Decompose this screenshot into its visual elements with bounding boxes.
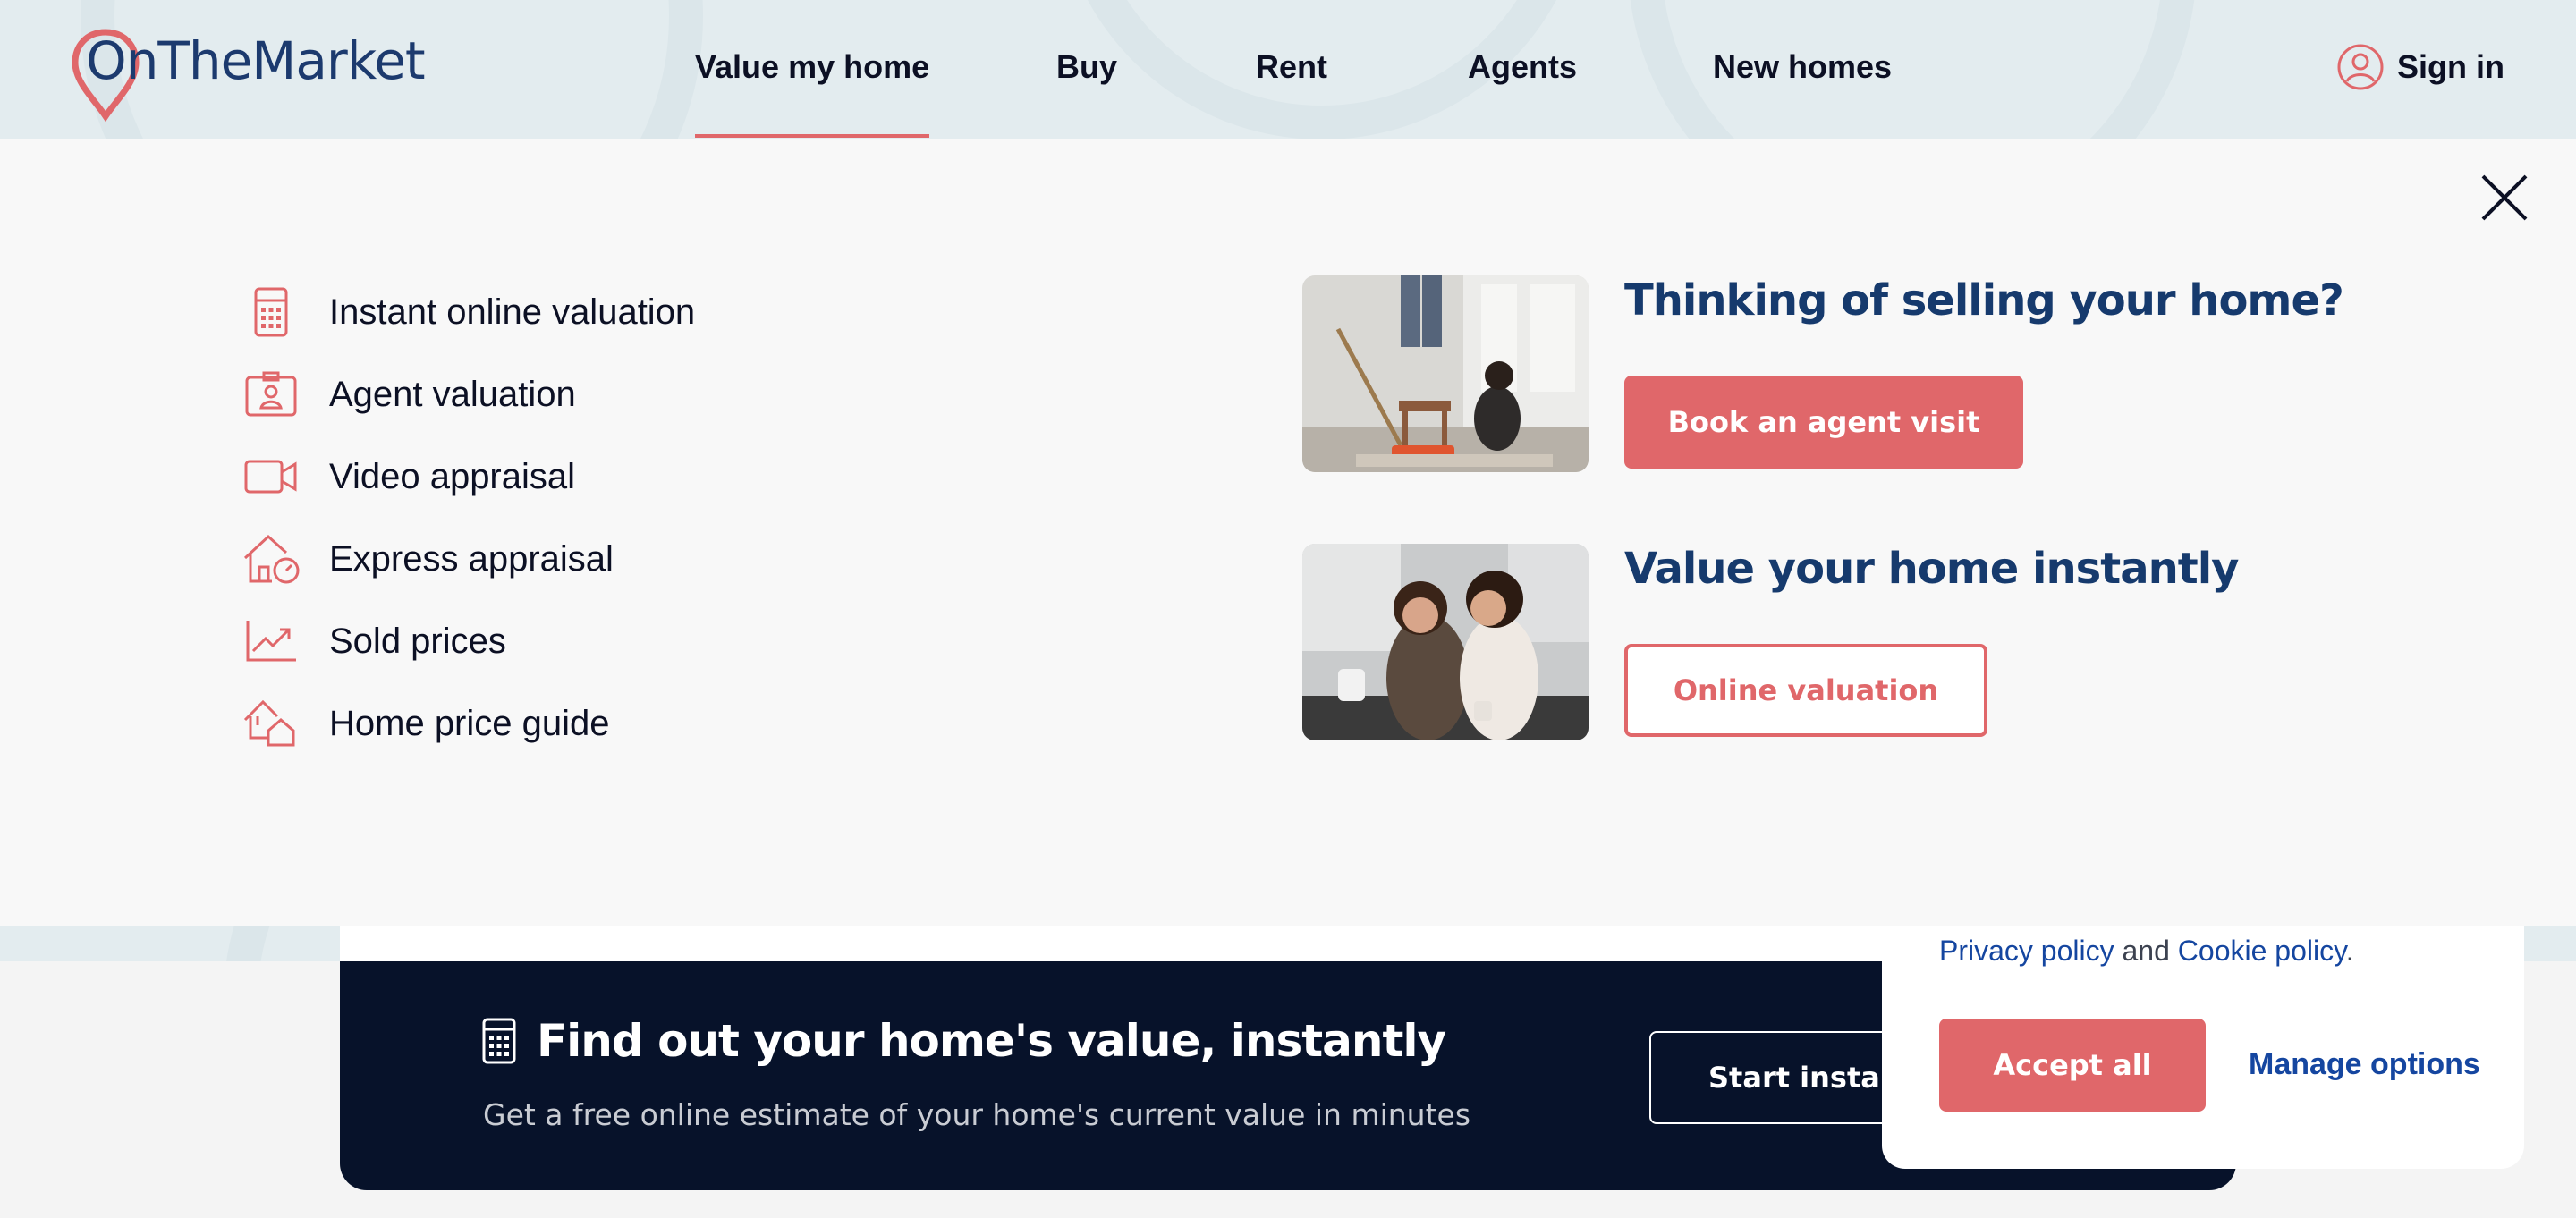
cookie-consent-panel: Privacy policy and Cookie policy. Accept… xyxy=(1882,926,2524,1169)
menu-item-express-appraisal[interactable]: Express appraisal xyxy=(242,518,695,600)
book-agent-visit-button[interactable]: Book an agent visit xyxy=(1624,376,2023,469)
menu-item-label: Sold prices xyxy=(329,621,506,661)
user-circle-icon xyxy=(2337,44,2384,90)
site-header: OnTheMarket Value my home Buy Rent Agent… xyxy=(0,0,2576,139)
houses-icon xyxy=(242,694,301,753)
banner-top-strip xyxy=(340,926,1986,961)
house-clock-icon xyxy=(242,529,301,588)
menu-item-label: Agent valuation xyxy=(329,374,576,414)
banner-subtitle: Get a free online estimate of your home'… xyxy=(483,1097,1471,1132)
nav-new-homes[interactable]: New homes xyxy=(1713,48,1892,86)
menu-item-sold-prices[interactable]: Sold prices xyxy=(242,600,695,682)
id-badge-icon xyxy=(242,365,301,424)
privacy-policy-link[interactable]: Privacy policy xyxy=(1939,935,2114,967)
menu-item-label: Video appraisal xyxy=(329,456,576,496)
promo-selling: Thinking of selling your home? Book an a… xyxy=(1302,275,2465,472)
value-my-home-dropdown: Instant online valuation Agent valuation… xyxy=(0,139,2576,926)
menu-item-home-price-guide[interactable]: Home price guide xyxy=(242,682,695,765)
manage-options-link[interactable]: Manage options xyxy=(2249,1047,2480,1082)
calculator-icon xyxy=(242,283,301,342)
menu-item-label: Express appraisal xyxy=(329,538,614,579)
value-menu-list: Instant online valuation Agent valuation… xyxy=(242,271,695,765)
video-camera-icon xyxy=(242,447,301,506)
banner-title-text: Find out your home's value, instantly xyxy=(537,1015,1446,1067)
cookie-policy-text: Privacy policy and Cookie policy. xyxy=(1939,935,2354,968)
nav-value-my-home[interactable]: Value my home xyxy=(695,48,930,138)
promo-instant-title: Value your home instantly xyxy=(1624,544,2239,594)
calculator-icon xyxy=(482,1018,516,1064)
sign-in-label: Sign in xyxy=(2397,48,2504,85)
close-icon[interactable] xyxy=(2476,169,2533,226)
promo-instant-image xyxy=(1302,544,1589,740)
online-valuation-button[interactable]: Online valuation xyxy=(1624,644,1987,737)
promo-selling-image xyxy=(1302,275,1589,472)
menu-item-agent-valuation[interactable]: Agent valuation xyxy=(242,353,695,436)
nav-agents[interactable]: Agents xyxy=(1468,48,1577,86)
accept-all-button[interactable]: Accept all xyxy=(1939,1019,2206,1112)
menu-item-label: Home price guide xyxy=(329,703,610,743)
menu-item-video-appraisal[interactable]: Video appraisal xyxy=(242,436,695,518)
nav-buy[interactable]: Buy xyxy=(1056,48,1117,86)
trend-chart-icon xyxy=(242,612,301,671)
promo-instant: Value your home instantly Online valuati… xyxy=(1302,544,2465,740)
promo-selling-title: Thinking of selling your home? xyxy=(1624,275,2344,326)
nav-rent[interactable]: Rent xyxy=(1256,48,1327,86)
menu-item-instant-online-valuation[interactable]: Instant online valuation xyxy=(242,271,695,353)
sign-in-button[interactable]: Sign in xyxy=(2336,43,2504,91)
banner-title: Find out your home's value, instantly xyxy=(481,1015,1446,1067)
logo-wordmark[interactable]: OnTheMarket xyxy=(86,30,426,91)
and-text: and xyxy=(2122,935,2170,967)
cookie-policy-link[interactable]: Cookie policy xyxy=(2178,935,2346,967)
period-text: . xyxy=(2345,935,2354,967)
menu-item-label: Instant online valuation xyxy=(329,292,696,332)
